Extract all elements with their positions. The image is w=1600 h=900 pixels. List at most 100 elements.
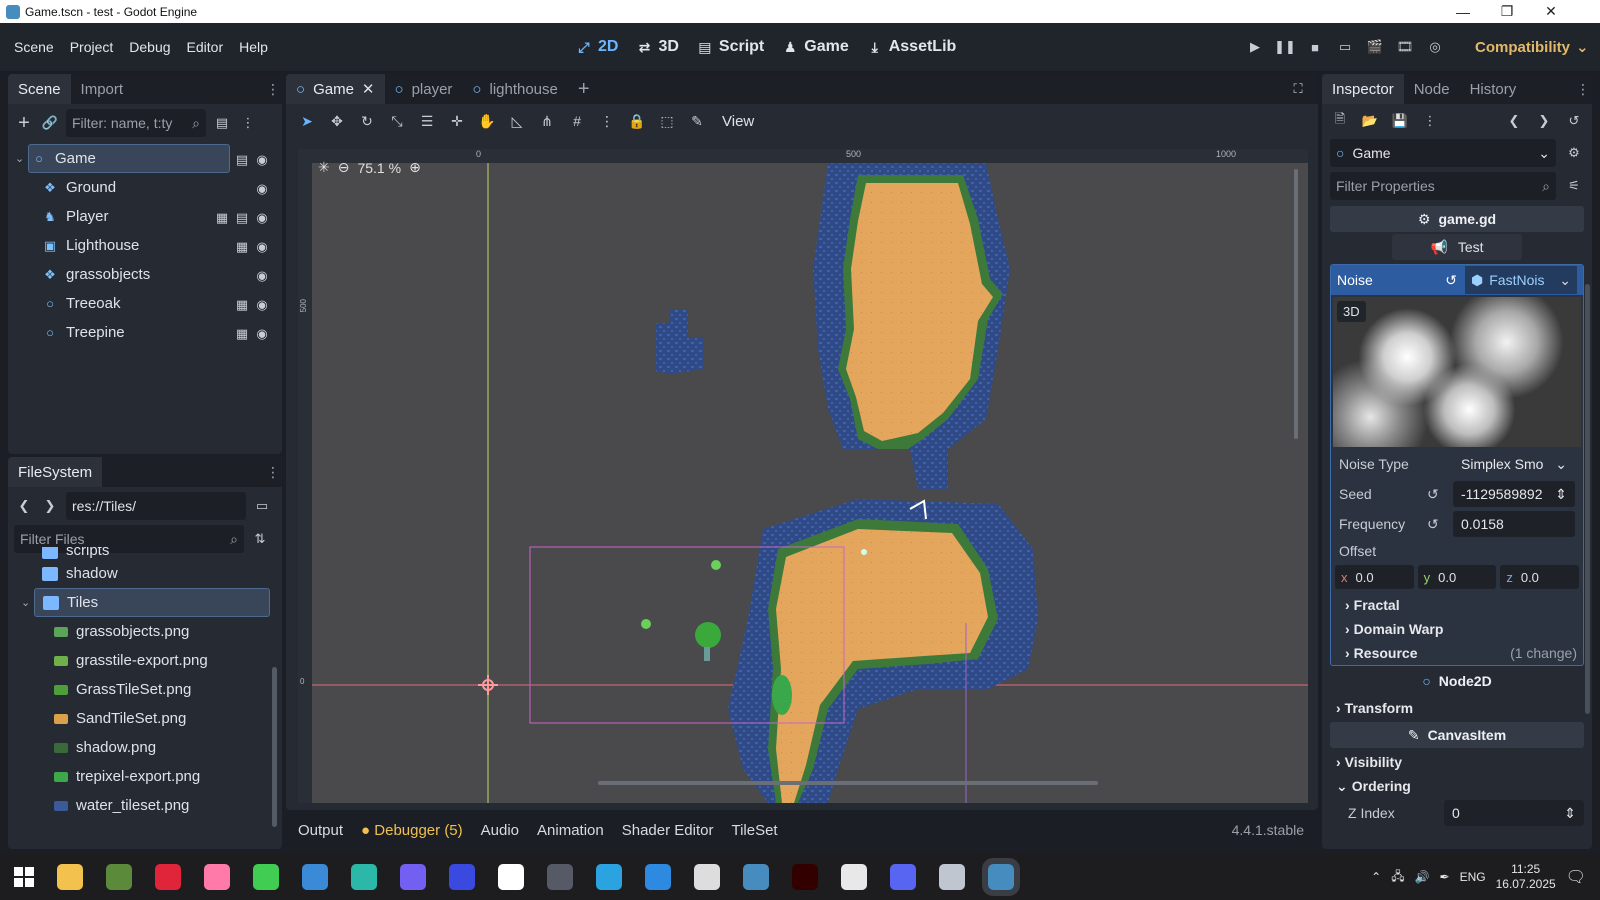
tab-node[interactable]: Node xyxy=(1404,74,1460,104)
language-indicator[interactable]: ENG xyxy=(1460,870,1486,884)
workspace-2d[interactable]: ⤢ 2D xyxy=(576,37,618,57)
back-icon[interactable]: ❮ xyxy=(14,496,34,516)
ruler-tool-icon[interactable]: ◺ xyxy=(506,111,528,131)
app-icon[interactable] xyxy=(449,864,475,890)
discord-icon[interactable] xyxy=(890,864,916,890)
clapper-icon[interactable]: ▦ xyxy=(232,324,252,344)
tab-scene[interactable]: Scene xyxy=(8,74,71,104)
pen-icon[interactable]: ✒ xyxy=(1440,870,1450,884)
revert-icon[interactable]: ↺ xyxy=(1427,516,1439,533)
tab-inspector[interactable]: Inspector xyxy=(1322,74,1404,104)
tab-shader-editor[interactable]: Shader Editor xyxy=(622,822,714,839)
visibility-eye-icon[interactable]: ◉ xyxy=(252,295,272,315)
instance-scene-icon[interactable]: 🔗 xyxy=(40,113,60,133)
scene-node-grassobjects[interactable]: ❖ grassobjects xyxy=(8,260,282,289)
dock-menu-icon[interactable]: ⋮ xyxy=(1574,74,1592,104)
scene-tab-game[interactable]: ○ Game ✕ xyxy=(286,74,385,104)
viber-icon[interactable] xyxy=(400,864,426,890)
visibility-eye-icon[interactable]: ◉ xyxy=(252,324,272,344)
save-resource-icon[interactable]: 💾 xyxy=(1390,111,1410,131)
visibility-eye-icon[interactable]: ◉ xyxy=(252,150,272,170)
2d-canvas[interactable]: 0 500 1000 500 0 ✳ ⊖ 75.1 % ⊕ xyxy=(298,149,1308,803)
filter-properties-input[interactable]: Filter Properties ⌕ xyxy=(1330,172,1556,200)
grid-snap-icon[interactable]: # xyxy=(566,111,588,131)
minimize-button[interactable]: — xyxy=(1440,0,1486,23)
script-icon[interactable]: ▤ xyxy=(232,208,252,228)
clapper-icon[interactable]: ▦ xyxy=(232,237,252,257)
scene-node-ground[interactable]: ❖ Ground xyxy=(8,173,282,202)
scene-filter-input[interactable]: Filter: name, t:ty ⌕ xyxy=(66,109,206,137)
workspace-assetlib[interactable]: ⤓ AssetLib xyxy=(867,37,957,57)
vscode-icon[interactable] xyxy=(645,864,671,890)
new-resource-icon[interactable]: 🗎 xyxy=(1330,111,1350,131)
tray-overflow-icon[interactable]: ⌃ xyxy=(1371,870,1381,884)
clapper-icon[interactable]: ▦ xyxy=(232,295,252,315)
capcut-icon[interactable] xyxy=(498,864,524,890)
object-selector[interactable]: ○ Game ⌄ xyxy=(1330,139,1556,167)
scene-menu-icon[interactable]: ⋮ xyxy=(238,113,258,133)
resource-menu-icon[interactable]: ⋮ xyxy=(1420,111,1440,131)
ordering-section[interactable]: ⌄ Ordering xyxy=(1322,774,1592,798)
file-item[interactable]: GrassTileSet.png xyxy=(14,675,270,704)
folder-item[interactable]: shadow xyxy=(14,559,270,588)
tab-output[interactable]: Output xyxy=(298,822,343,839)
qt-icon[interactable] xyxy=(253,864,279,890)
inspector-scrollbar[interactable] xyxy=(1585,284,1590,714)
zoom-level[interactable]: 75.1 % xyxy=(357,160,401,176)
revert-icon[interactable]: ↺ xyxy=(1445,272,1457,289)
scene-tab-lighthouse[interactable]: ○ lighthouse xyxy=(462,74,567,104)
play-custom-scene-icon[interactable]: 🎞 xyxy=(1395,37,1415,57)
visibility-section[interactable]: › Visibility xyxy=(1322,750,1592,774)
select-tool-icon[interactable]: ➤ xyxy=(296,111,318,131)
tab-audio[interactable]: Audio xyxy=(481,822,519,839)
rotate-tool-icon[interactable]: ↻ xyxy=(356,111,378,131)
pan-tool-icon[interactable]: ✋ xyxy=(476,111,498,131)
notifications-icon[interactable]: 🗨 xyxy=(1566,867,1586,887)
chevron-down-icon[interactable]: ⌄ xyxy=(15,152,24,165)
noise-resource-picker[interactable]: ⬢ FastNois ⌄ xyxy=(1465,266,1577,294)
menu-scene[interactable]: Scene xyxy=(6,39,62,55)
history-forward-icon[interactable]: ❯ xyxy=(1534,111,1554,131)
dock-menu-icon[interactable]: ⋮ xyxy=(264,457,282,487)
history-back-icon[interactable]: ❮ xyxy=(1504,111,1524,131)
pivot-tool-icon[interactable]: ✛ xyxy=(446,111,468,131)
file-item[interactable]: water_tileset.png xyxy=(14,791,270,820)
network-icon[interactable]: 🖧 xyxy=(1391,867,1404,888)
offset-z-input[interactable]: z 0.0 xyxy=(1500,565,1580,589)
group-icon[interactable]: ⬚ xyxy=(656,111,678,131)
file-item[interactable]: grassobjects.png xyxy=(14,617,270,646)
volume-icon[interactable]: 🔊 xyxy=(1415,870,1430,884)
zoom-out-icon[interactable]: ⊖ xyxy=(338,159,350,176)
script-icon[interactable]: ▤ xyxy=(232,150,252,170)
add-node-icon[interactable]: + xyxy=(14,112,34,134)
distraction-free-icon[interactable]: ⛶ xyxy=(1288,79,1308,99)
godot-icon[interactable] xyxy=(743,864,769,890)
offset-x-input[interactable]: x 0.0 xyxy=(1335,565,1414,589)
clapper-icon[interactable]: ▦ xyxy=(212,208,232,228)
forward-icon[interactable]: ❯ xyxy=(40,496,60,516)
file-item[interactable]: trepixel-export.png xyxy=(14,762,270,791)
remote-debug-icon[interactable]: ▭ xyxy=(1335,37,1355,57)
workspace-3d[interactable]: ⇄ 3D xyxy=(636,37,679,57)
chevron-down-icon[interactable]: ⌄ xyxy=(21,596,30,609)
split-mode-icon[interactable]: ▭ xyxy=(252,496,272,516)
movie-maker-icon[interactable]: ◎ xyxy=(1425,37,1445,57)
tab-import[interactable]: Import xyxy=(71,74,134,104)
snap-options-icon[interactable]: ⋮ xyxy=(596,111,618,131)
scene-tab-player[interactable]: ○ player xyxy=(385,74,463,104)
tab-history[interactable]: History xyxy=(1460,74,1527,104)
frequency-input[interactable]: 0.0158 xyxy=(1453,511,1575,537)
krita-icon[interactable] xyxy=(302,864,328,890)
restore-button[interactable]: ❐ xyxy=(1484,0,1530,23)
offset-y-input[interactable]: y 0.0 xyxy=(1417,565,1497,589)
close-tab-icon[interactable]: ✕ xyxy=(362,80,375,98)
property-options-icon[interactable]: ⚟ xyxy=(1564,176,1584,196)
tab-debugger[interactable]: ● Debugger (5) xyxy=(361,822,463,839)
fractal-section[interactable]: › Fractal xyxy=(1331,593,1583,617)
move-tool-icon[interactable]: ✥ xyxy=(326,111,348,131)
scale-tool-icon[interactable]: ⤡ xyxy=(386,111,408,131)
illustrator-icon[interactable] xyxy=(792,864,818,890)
play-icon[interactable]: ▶ xyxy=(1245,37,1265,57)
list-select-icon[interactable]: ☰ xyxy=(416,111,438,131)
files-icon[interactable] xyxy=(939,864,965,890)
